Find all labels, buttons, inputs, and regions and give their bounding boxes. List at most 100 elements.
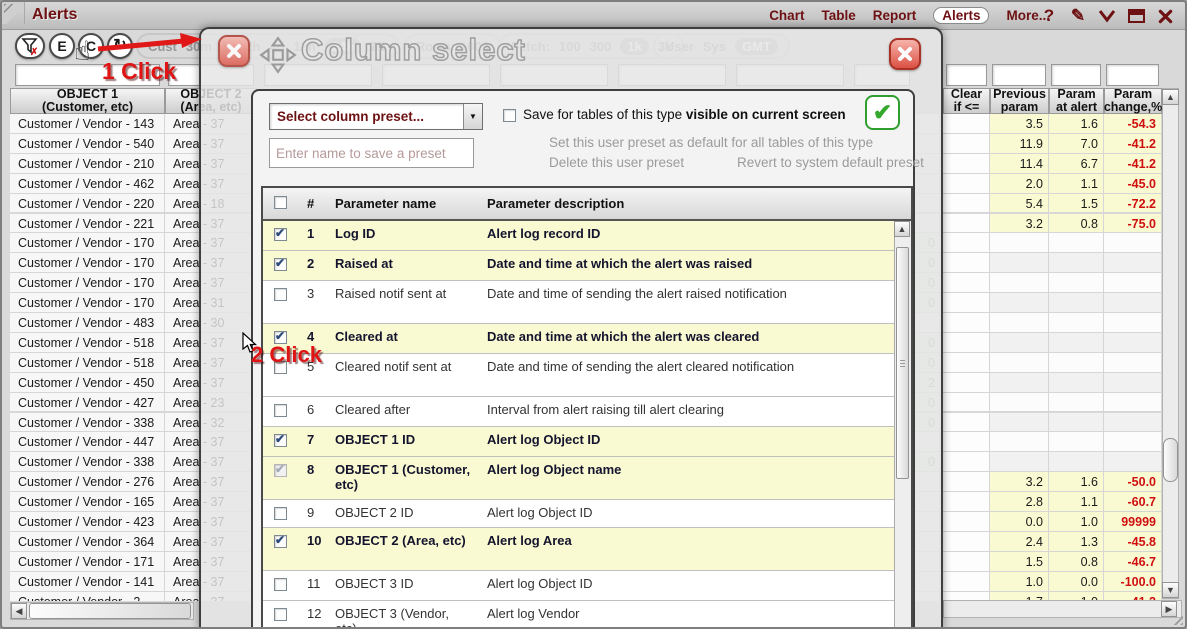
parameter-row[interactable]: 3Raised notif sent atDate and time of se… xyxy=(263,281,895,324)
parameter-checkbox[interactable] xyxy=(274,535,287,548)
table-cell-param-change[interactable]: -41.2 xyxy=(1104,154,1162,174)
table-cell-clear-if[interactable] xyxy=(943,452,990,472)
table-row-object1[interactable]: Customer / Vendor - 338 xyxy=(10,413,165,433)
table-cell-clear-if[interactable] xyxy=(943,134,990,154)
table-cell-previous-param[interactable]: 0.0 xyxy=(990,512,1049,532)
table-cell-param-at-alert[interactable] xyxy=(1049,233,1104,253)
table-cell-clear-if[interactable] xyxy=(943,253,990,273)
table-row-object1[interactable]: Customer / Vendor - 364 xyxy=(10,532,165,552)
table-row-object1[interactable]: Customer / Vendor - 276 xyxy=(10,472,165,492)
table-row-object1[interactable]: Customer / Vendor - 518 xyxy=(10,353,165,373)
table-cell-clear-if[interactable] xyxy=(943,552,990,572)
scroll-up-button[interactable]: ▲ xyxy=(1162,89,1179,105)
scroll-right-button[interactable]: ▶ xyxy=(1161,601,1177,617)
parameter-row[interactable]: 7OBJECT 1 IDAlert log Object ID xyxy=(263,427,895,457)
parameter-row[interactable]: 11OBJECT 3 IDAlert log Object ID xyxy=(263,571,895,601)
table-cell-clear-if[interactable] xyxy=(943,233,990,253)
table-cell-previous-param[interactable]: 11.9 xyxy=(990,134,1049,154)
table-cell-clear-if[interactable] xyxy=(943,293,990,313)
table-cell-param-change[interactable]: -45.8 xyxy=(1104,532,1162,552)
table-cell-clear-if[interactable] xyxy=(943,333,990,353)
table-cell-param-at-alert[interactable]: 1.3 xyxy=(1049,532,1104,552)
table-cell-param-at-alert[interactable] xyxy=(1049,333,1104,353)
column-preset-select[interactable]: Select column preset... ▼ xyxy=(269,103,483,130)
table-cell-previous-param[interactable] xyxy=(990,413,1049,433)
table-cell-previous-param[interactable] xyxy=(990,452,1049,472)
move-dialog-icon[interactable] xyxy=(259,36,297,79)
delete-preset-link[interactable]: Delete this user preset xyxy=(549,155,684,170)
table-cell-param-at-alert[interactable] xyxy=(1049,293,1104,313)
parameter-row[interactable]: 9OBJECT 2 IDAlert log Object ID xyxy=(263,500,895,528)
set-default-link[interactable]: Set this user preset as default for all … xyxy=(549,135,873,150)
param-scroll-thumb[interactable] xyxy=(896,247,909,479)
table-cell-param-at-alert[interactable] xyxy=(1049,432,1104,452)
table-cell-param-change[interactable] xyxy=(1104,273,1162,293)
table-cell-clear-if[interactable] xyxy=(943,572,990,592)
parameter-table-scrollbar[interactable]: ▲ xyxy=(894,221,911,629)
parameter-checkbox[interactable] xyxy=(274,288,287,301)
table-cell-previous-param[interactable]: 11.4 xyxy=(990,154,1049,174)
table-cell-previous-param[interactable] xyxy=(990,293,1049,313)
table-cell-previous-param[interactable] xyxy=(990,313,1049,333)
table-cell-param-at-alert[interactable]: 0.0 xyxy=(1049,572,1104,592)
table-cell-param-at-alert[interactable] xyxy=(1049,452,1104,472)
table-cell-param-change[interactable] xyxy=(1104,452,1162,472)
table-cell-param-at-alert[interactable]: 1.5 xyxy=(1049,194,1104,214)
table-cell-param-change[interactable]: -50.0 xyxy=(1104,472,1162,492)
table-cell-previous-param[interactable] xyxy=(990,432,1049,452)
table-cell-param-change[interactable]: -54.3 xyxy=(1104,114,1162,134)
table-row-object1[interactable]: Customer / Vendor - 221 xyxy=(10,214,165,234)
table-row-object1[interactable]: Customer / Vendor - 540 xyxy=(10,134,165,154)
dialog-close-icon-right[interactable] xyxy=(889,38,921,70)
table-cell-previous-param[interactable]: 3.5 xyxy=(990,114,1049,134)
table-row-object1[interactable]: Customer / Vendor - 518 xyxy=(10,333,165,353)
parameter-row[interactable]: 8OBJECT 1 (Customer, etc)Alert log Objec… xyxy=(263,457,895,500)
table-cell-previous-param[interactable] xyxy=(990,273,1049,293)
table-cell-param-at-alert[interactable] xyxy=(1049,313,1104,333)
apply-button[interactable]: ✔ xyxy=(865,95,900,130)
revert-default-link[interactable]: Revert to system default preset xyxy=(737,155,924,170)
scroll-down-button[interactable]: ▼ xyxy=(1162,582,1179,598)
parameter-checkbox[interactable] xyxy=(274,578,287,591)
table-row-object1[interactable]: Customer / Vendor - 423 xyxy=(10,512,165,532)
table-cell-clear-if[interactable] xyxy=(943,313,990,333)
table-cell-param-at-alert[interactable]: 1.1 xyxy=(1049,174,1104,194)
vscroll-thumb[interactable] xyxy=(1163,438,1178,482)
table-row-object1[interactable]: Customer / Vendor - 447 xyxy=(10,432,165,452)
table-cell-previous-param[interactable]: 5.4 xyxy=(990,194,1049,214)
right-table-vscrollbar[interactable] xyxy=(1162,88,1179,599)
table-row-object1[interactable]: Customer / Vendor - 450 xyxy=(10,373,165,393)
param-scroll-up-button[interactable]: ▲ xyxy=(894,221,910,237)
table-cell-param-at-alert[interactable]: 1.0 xyxy=(1049,512,1104,532)
table-cell-param-change[interactable]: -41.2 xyxy=(1104,134,1162,154)
table-cell-previous-param[interactable]: 2.8 xyxy=(990,492,1049,512)
table-cell-param-change[interactable]: -60.7 xyxy=(1104,492,1162,512)
table-cell-param-change[interactable]: -46.7 xyxy=(1104,552,1162,572)
table-cell-param-at-alert[interactable]: 1.1 xyxy=(1049,492,1104,512)
table-cell-clear-if[interactable] xyxy=(943,353,990,373)
parameter-row[interactable]: 5Cleared notif sent atDate and time of s… xyxy=(263,354,895,397)
table-cell-param-change[interactable] xyxy=(1104,413,1162,433)
chevron-down-icon[interactable]: ▼ xyxy=(463,104,482,129)
table-cell-param-change[interactable] xyxy=(1104,293,1162,313)
table-cell-clear-if[interactable] xyxy=(943,273,990,293)
table-cell-param-at-alert[interactable] xyxy=(1049,373,1104,393)
table-row-object1[interactable]: Customer / Vendor - 171 xyxy=(10,552,165,572)
table-cell-param-change[interactable] xyxy=(1104,373,1162,393)
table-cell-param-at-alert[interactable]: 6.7 xyxy=(1049,154,1104,174)
table-row-object1[interactable]: Customer / Vendor - 143 xyxy=(10,114,165,134)
table-cell-clear-if[interactable] xyxy=(943,393,990,413)
table-cell-previous-param[interactable] xyxy=(990,253,1049,273)
parameter-checkbox[interactable] xyxy=(274,507,287,520)
right-table-hscrollbar[interactable] xyxy=(943,600,1182,618)
table-cell-param-at-alert[interactable]: 1.6 xyxy=(1049,472,1104,492)
table-row-object1[interactable]: Customer / Vendor - 220 xyxy=(10,194,165,214)
table-cell-param-change[interactable] xyxy=(1104,233,1162,253)
table-cell-clear-if[interactable] xyxy=(943,413,990,433)
table-cell-previous-param[interactable]: 2.4 xyxy=(990,532,1049,552)
table-cell-previous-param[interactable] xyxy=(990,393,1049,413)
table-row-object1[interactable]: Customer / Vendor - 210 xyxy=(10,154,165,174)
table-row-object1[interactable]: Customer / Vendor - 170 xyxy=(10,253,165,273)
table-row-object1[interactable]: Customer / Vendor - 483 xyxy=(10,313,165,333)
table-cell-clear-if[interactable] xyxy=(943,492,990,512)
